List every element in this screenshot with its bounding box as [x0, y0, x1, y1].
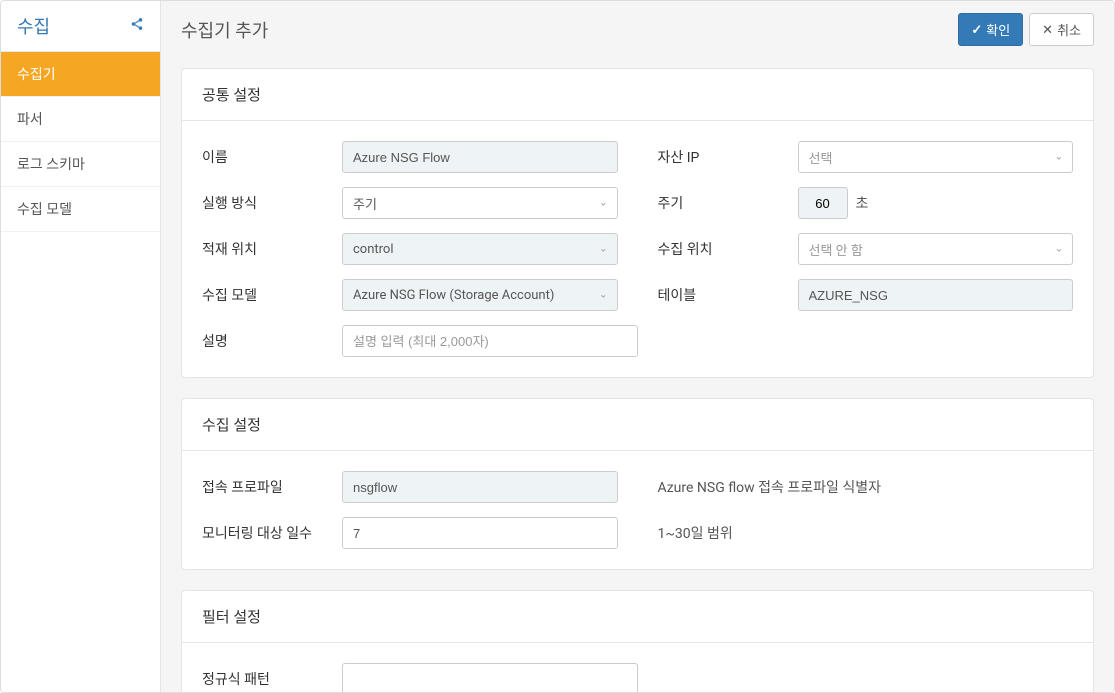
common-settings-panel: 공통 설정 이름 자산 IP 선택 ⌄	[181, 68, 1094, 378]
form-row: 정규식 패턴	[202, 663, 1073, 692]
sidebar-item-parser[interactable]: 파서	[1, 97, 160, 142]
interval-unit: 초	[856, 193, 869, 213]
form-group-load-location: 적재 위치 control ⌄	[202, 233, 618, 265]
sidebar-item-log-schema[interactable]: 로그 스키마	[1, 142, 160, 187]
sidebar-item-label: 파서	[17, 112, 43, 128]
form-row: 적재 위치 control ⌄ 수집 위치 선택 안 함 ⌄	[202, 233, 1073, 265]
run-mode-select[interactable]: 주기 ⌄	[342, 187, 618, 219]
form-row: 모니터링 대상 일수 1~30일 범위	[202, 517, 1073, 549]
regex-label: 정규식 패턴	[202, 669, 342, 689]
collect-model-display: Azure NSG Flow (Storage Account)	[342, 279, 618, 311]
panel-body-common: 이름 자산 IP 선택 ⌄ 실행 방식	[182, 121, 1093, 377]
cancel-button[interactable]: ✕ 취소	[1029, 13, 1094, 46]
description-input[interactable]	[342, 325, 638, 357]
run-mode-display: 주기	[342, 187, 618, 219]
form-group-table: 테이블	[658, 279, 1074, 311]
filter-settings-panel: 필터 설정 정규식 패턴 대상 필드 필터 방식	[181, 590, 1094, 692]
collect-location-select[interactable]: 선택 안 함 ⌄	[798, 233, 1074, 265]
monitoring-days-input[interactable]	[342, 517, 618, 549]
collect-model-label: 수집 모델	[202, 285, 342, 305]
form-row: 접속 프로파일 Azure NSG flow 접속 프로파일 식별자	[202, 471, 1073, 503]
confirm-label: 확인	[986, 20, 1010, 39]
sidebar-header: 수집	[1, 1, 160, 52]
form-group-name: 이름	[202, 141, 618, 173]
sidebar-item-collect-model[interactable]: 수집 모델	[1, 187, 160, 232]
action-buttons: ✓ 확인 ✕ 취소	[958, 13, 1094, 46]
panel-header-common: 공통 설정	[182, 69, 1093, 121]
panel-body-collection: 접속 프로파일 Azure NSG flow 접속 프로파일 식별자 모니터링 …	[182, 451, 1093, 569]
panel-header-filter: 필터 설정	[182, 591, 1093, 643]
sidebar-item-label: 수집기	[17, 67, 56, 83]
asset-ip-label: 자산 IP	[658, 147, 798, 167]
cancel-label: 취소	[1057, 20, 1081, 39]
form-group-interval: 주기 초	[658, 187, 1074, 219]
sidebar-menu: 수집기 파서 로그 스키마 수집 모델	[1, 52, 160, 232]
profile-help-text: Azure NSG flow 접속 프로파일 식별자	[658, 477, 882, 497]
form-group-collect-location: 수집 위치 선택 안 함 ⌄	[658, 233, 1074, 265]
main-header: 수집기 추가 ✓ 확인 ✕ 취소	[161, 1, 1114, 58]
collection-settings-panel: 수집 설정 접속 프로파일 Azure NSG flow 접속 프로파일 식별자…	[181, 398, 1094, 570]
monitoring-days-label: 모니터링 대상 일수	[202, 523, 342, 543]
asset-ip-select[interactable]: 선택 ⌄	[798, 141, 1074, 173]
collect-location-display: 선택 안 함	[798, 233, 1074, 265]
table-input[interactable]	[798, 279, 1074, 311]
panel-body-filter: 정규식 패턴 대상 필드 필터 방식 패턴 매칭된 로그만 수집	[182, 643, 1093, 692]
panel-header-collection: 수집 설정	[182, 399, 1093, 451]
load-location-label: 적재 위치	[202, 239, 342, 259]
monitoring-days-help-text: 1~30일 범위	[658, 523, 733, 543]
table-label: 테이블	[658, 285, 798, 305]
form-group-regex: 정규식 패턴	[202, 663, 638, 692]
collect-location-label: 수집 위치	[658, 239, 798, 259]
profile-label: 접속 프로파일	[202, 477, 342, 497]
interval-input-group: 초	[798, 187, 869, 219]
interval-input[interactable]	[798, 187, 848, 219]
share-icon[interactable]	[130, 17, 144, 35]
form-row: 이름 자산 IP 선택 ⌄	[202, 141, 1073, 173]
form-group-profile-help: Azure NSG flow 접속 프로파일 식별자	[658, 471, 1074, 503]
name-input[interactable]	[342, 141, 618, 173]
main-content: 수집기 추가 ✓ 확인 ✕ 취소 공통 설정 이름	[161, 1, 1114, 692]
confirm-button[interactable]: ✓ 확인	[958, 13, 1023, 46]
check-icon: ✓	[971, 22, 982, 38]
close-icon: ✕	[1042, 22, 1053, 38]
load-location-display: control	[342, 233, 618, 265]
run-mode-label: 실행 방식	[202, 193, 342, 213]
collect-model-select[interactable]: Azure NSG Flow (Storage Account) ⌄	[342, 279, 618, 311]
sidebar: 수집 수집기 파서 로그 스키마 수집 모델	[1, 1, 161, 692]
form-group-profile: 접속 프로파일	[202, 471, 618, 503]
form-group-description: 설명	[202, 325, 638, 357]
form-group-asset-ip: 자산 IP 선택 ⌄	[658, 141, 1074, 173]
sidebar-item-label: 수집 모델	[17, 202, 72, 218]
page-title: 수집기 추가	[181, 17, 268, 43]
interval-label: 주기	[658, 193, 798, 213]
regex-input[interactable]	[342, 663, 638, 692]
form-group-monitoring-help: 1~30일 범위	[658, 517, 1074, 549]
form-group-collect-model: 수집 모델 Azure NSG Flow (Storage Account) ⌄	[202, 279, 618, 311]
load-location-select[interactable]: control ⌄	[342, 233, 618, 265]
sidebar-item-label: 로그 스키마	[17, 157, 85, 173]
sidebar-item-collector[interactable]: 수집기	[1, 52, 160, 97]
form-group-monitoring-days: 모니터링 대상 일수	[202, 517, 618, 549]
description-label: 설명	[202, 331, 342, 351]
form-row: 설명	[202, 325, 1073, 357]
app-container: 수집 수집기 파서 로그 스키마 수집 모델 수집기 추가	[0, 0, 1115, 693]
form-row: 실행 방식 주기 ⌄ 주기 초	[202, 187, 1073, 219]
asset-ip-display: 선택	[798, 141, 1074, 173]
profile-input[interactable]	[342, 471, 618, 503]
form-group-run-mode: 실행 방식 주기 ⌄	[202, 187, 618, 219]
form-row: 수집 모델 Azure NSG Flow (Storage Account) ⌄…	[202, 279, 1073, 311]
sidebar-title: 수집	[17, 13, 50, 39]
name-label: 이름	[202, 147, 342, 167]
